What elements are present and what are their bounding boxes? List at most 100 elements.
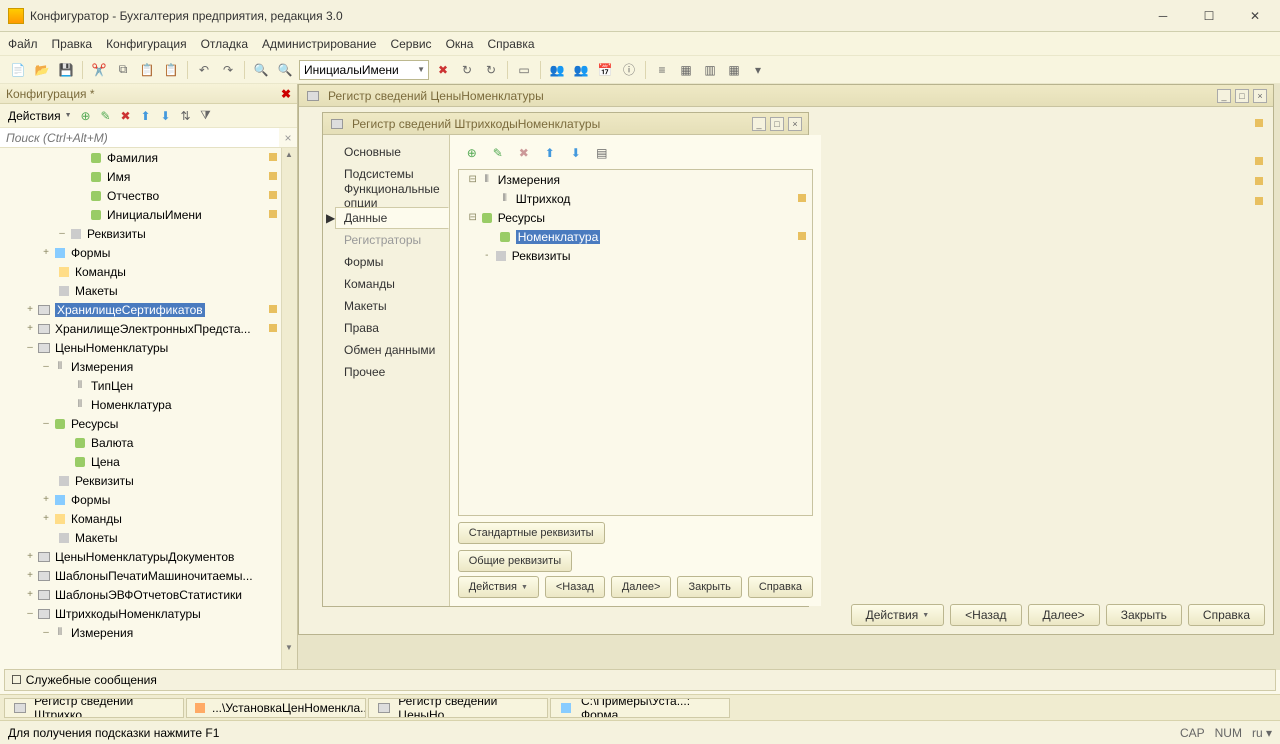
menu-debug[interactable]: Отладка xyxy=(201,37,248,51)
tab-functional[interactable]: Функциональные опции xyxy=(335,185,449,207)
max-icon[interactable]: □ xyxy=(770,117,784,131)
object-combo[interactable]: ИнициалыИмени xyxy=(299,60,429,80)
tree-item[interactable]: Макеты xyxy=(75,531,118,545)
file-tab[interactable]: С:\Примеры\Уста...: Форма xyxy=(550,698,730,718)
up-icon[interactable]: ⬆ xyxy=(540,143,560,163)
status-lang[interactable]: ru ▾ xyxy=(1252,726,1272,740)
tree-item[interactable]: Реквизиты xyxy=(87,227,146,241)
copy-icon[interactable]: ⧉ xyxy=(113,60,133,80)
sort-icon[interactable]: ⇅ xyxy=(176,106,196,126)
tree-item[interactable]: Команды xyxy=(71,512,122,526)
expand-icon[interactable]: – xyxy=(40,361,52,372)
expand-icon[interactable]: + xyxy=(24,589,36,600)
tree-item[interactable]: Имя xyxy=(107,170,130,184)
add-icon[interactable]: ⊕ xyxy=(462,143,482,163)
actions-button[interactable]: Действия xyxy=(851,604,945,626)
tree-item[interactable]: ШаблоныПечатиМашиночитаемы... xyxy=(55,569,253,583)
tree-item-selected[interactable]: Номенклатура xyxy=(516,230,601,244)
next-button[interactable]: Далее> xyxy=(611,576,672,598)
props-icon[interactable]: ▤ xyxy=(592,143,612,163)
save-icon[interactable]: 💾 xyxy=(56,60,76,80)
help-button[interactable]: Справка xyxy=(1188,604,1265,626)
clear-search-icon[interactable]: ✖ xyxy=(433,60,453,80)
file-tab[interactable]: ...\УстановкаЦенНоменкла... xyxy=(186,698,366,718)
expand-icon[interactable]: – xyxy=(24,608,36,619)
close-icon[interactable]: × xyxy=(1253,89,1267,103)
tree-item[interactable]: Валюта xyxy=(91,436,133,450)
form-icon[interactable]: ▦ xyxy=(676,60,696,80)
window-icon[interactable]: ▭ xyxy=(514,60,534,80)
menu-admin[interactable]: Администрирование xyxy=(262,37,376,51)
tab-rights[interactable]: Права xyxy=(335,317,449,339)
min-icon[interactable]: _ xyxy=(1217,89,1231,103)
config-tree[interactable]: Фамилия Имя Отчество ИнициалыИмени –Рекв… xyxy=(0,148,297,670)
tree-item[interactable]: Команды xyxy=(75,265,126,279)
new-icon[interactable]: 📄 xyxy=(8,60,28,80)
delete-icon[interactable]: ✖ xyxy=(116,106,136,126)
close-icon[interactable]: × xyxy=(788,117,802,131)
expand-icon[interactable]: - xyxy=(481,250,493,261)
detail-tree[interactable]: ⊟⦀Измерения ⦀Штрихкод ⊟Ресурсы Номенклат… xyxy=(458,169,813,516)
tree-item[interactable]: ХранилищеЭлектронныхПредста... xyxy=(55,322,251,336)
tree-item[interactable]: Штрихкод xyxy=(516,192,571,206)
tab-exchange[interactable]: Обмен данными xyxy=(335,339,449,361)
edit-icon[interactable]: ✎ xyxy=(488,143,508,163)
service-messages-bar[interactable]: ☐ Служебные сообщения xyxy=(4,669,1276,691)
tree-item[interactable]: Ресурсы xyxy=(71,417,118,431)
actions-dropdown[interactable]: Действия xyxy=(4,107,76,125)
collapse-icon[interactable]: ⊟ xyxy=(467,174,479,185)
refresh2-icon[interactable]: ↻ xyxy=(481,60,501,80)
list-icon[interactable]: ≡ xyxy=(652,60,672,80)
file-tab[interactable]: Регистр сведений Штрихко... xyxy=(4,698,184,718)
tree-item[interactable]: ТипЦен xyxy=(91,379,133,393)
tab-templates[interactable]: Макеты xyxy=(335,295,449,317)
open-icon[interactable]: 📂 xyxy=(32,60,52,80)
more-icon[interactable]: ▾ xyxy=(748,60,768,80)
actions-button[interactable]: Действия xyxy=(458,576,539,598)
close-button[interactable]: Закрыть xyxy=(1106,604,1182,626)
menu-help[interactable]: Справка xyxy=(487,37,534,51)
tree-item[interactable]: Макеты xyxy=(75,284,118,298)
menu-config[interactable]: Конфигурация xyxy=(106,37,187,51)
users2-icon[interactable]: 👥 xyxy=(571,60,591,80)
help-button[interactable]: Справка xyxy=(748,576,813,598)
expand-icon[interactable]: + xyxy=(40,494,52,505)
refresh-icon[interactable]: ↻ xyxy=(457,60,477,80)
menu-edit[interactable]: Правка xyxy=(52,37,93,51)
std-req-button[interactable]: Стандартные реквизиты xyxy=(458,522,605,544)
tree-item[interactable]: Формы xyxy=(71,246,110,260)
tree-item[interactable]: Измерения xyxy=(71,360,133,374)
expand-icon[interactable]: – xyxy=(40,627,52,638)
tree-item[interactable]: Реквизиты xyxy=(75,474,134,488)
tree-item[interactable]: Ресурсы xyxy=(498,211,545,225)
next-button[interactable]: Далее> xyxy=(1028,604,1100,626)
redo-icon[interactable]: ↷ xyxy=(218,60,238,80)
find-icon[interactable]: 🔍 xyxy=(251,60,271,80)
paste-icon[interactable]: 📋 xyxy=(137,60,157,80)
close-button[interactable]: ✕ xyxy=(1238,5,1272,27)
expand-icon[interactable]: + xyxy=(40,247,52,258)
filter-icon[interactable]: ⧩ xyxy=(196,106,216,126)
minimize-button[interactable]: ─ xyxy=(1146,5,1180,27)
max-icon[interactable]: □ xyxy=(1235,89,1249,103)
menu-file[interactable]: Файл xyxy=(8,37,38,51)
tree-item[interactable]: Фамилия xyxy=(107,151,158,165)
maximize-button[interactable]: ☐ xyxy=(1192,5,1226,27)
expand-icon[interactable]: + xyxy=(24,323,36,334)
expand-icon[interactable]: + xyxy=(40,513,52,524)
info-icon[interactable]: ⓘ xyxy=(619,60,639,80)
file-tab[interactable]: Регистр сведений ЦеныНо... xyxy=(368,698,548,718)
tree-item[interactable]: Номенклатура xyxy=(91,398,172,412)
common-req-button[interactable]: Общие реквизиты xyxy=(458,550,572,572)
edit-icon[interactable]: ✎ xyxy=(96,106,116,126)
tree-item[interactable]: Цена xyxy=(91,455,120,469)
tree-item[interactable]: ШтрихкодыНоменклатуры xyxy=(55,607,201,621)
add-icon[interactable]: ⊕ xyxy=(76,106,96,126)
tab-data[interactable]: ▶Данные xyxy=(335,207,449,229)
down-icon[interactable]: ⬇ xyxy=(156,106,176,126)
tree-item[interactable]: ЦеныНоменклатуры xyxy=(55,341,168,355)
db-icon[interactable]: ▥ xyxy=(700,60,720,80)
down-icon[interactable]: ⬇ xyxy=(566,143,586,163)
panel-close-icon[interactable]: ✖ xyxy=(281,87,291,101)
tree-item[interactable]: Измерения xyxy=(71,626,133,640)
